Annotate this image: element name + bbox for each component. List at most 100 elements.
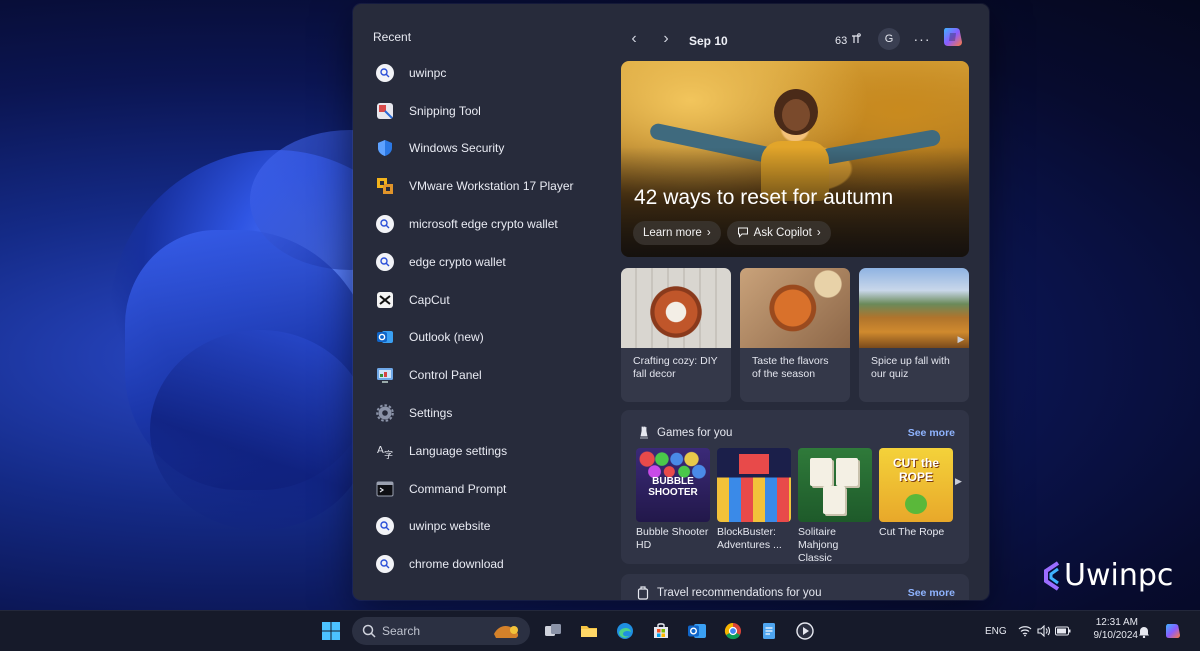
chevron-right-icon: › [663, 30, 669, 47]
settings-gear-icon [375, 403, 395, 423]
recent-item-label: edge crypto wallet [409, 254, 506, 269]
weather-temperature: 63 [835, 34, 848, 47]
taskbar-search-box[interactable]: Search [352, 617, 530, 645]
weather-button[interactable]: 63 [835, 33, 862, 48]
outlook-taskbar-button[interactable] [685, 619, 709, 643]
chat-bubble-icon [737, 226, 749, 241]
task-view-button[interactable] [541, 619, 565, 643]
recent-item-snipping-tool[interactable]: Snipping Tool [375, 92, 605, 130]
hero-actions: Learn more › Ask Copilot › [633, 221, 831, 245]
wreath-image [621, 268, 731, 348]
search-icon [375, 63, 395, 83]
recent-item-uwinpc-website[interactable]: uwinpc website [375, 508, 605, 546]
file-explorer-button[interactable] [577, 619, 601, 643]
recent-item-uwinpc[interactable]: uwinpc [375, 54, 605, 92]
ask-copilot-button[interactable]: Ask Copilot › [726, 221, 831, 245]
recent-item-outlook[interactable]: Outlook (new) [375, 319, 605, 357]
svg-text:A: A [377, 445, 384, 456]
recent-item-label: Command Prompt [409, 481, 507, 496]
chrome-button[interactable] [721, 619, 745, 643]
weather-icon [850, 33, 862, 48]
edge-browser-button[interactable] [613, 619, 637, 643]
recent-item-label: Outlook (new) [409, 330, 484, 345]
game-tile[interactable]: BlockBuster: Adventures ... [717, 448, 791, 552]
wifi-status[interactable] [1017, 619, 1033, 643]
story-card-text: Taste the flavors of the season [752, 355, 829, 380]
recent-item-vmware[interactable]: VMware Workstation 17 Player [375, 167, 605, 205]
more-options-button[interactable]: ··· [911, 28, 933, 50]
wallpaper-bloom [150, 330, 370, 530]
copilot-icon [944, 28, 962, 46]
recent-item-label: Windows Security [409, 141, 505, 156]
clock-time: 12:31 AM [1095, 617, 1138, 628]
learn-more-button[interactable]: Learn more › [633, 221, 721, 245]
recent-item-settings[interactable]: Settings [375, 394, 605, 432]
game-art-text: BUBBLE SHOOTER [648, 476, 698, 498]
travel-see-more-link[interactable]: See more [908, 587, 955, 599]
travel-section: Travel recommendations for you See more [621, 574, 969, 600]
chevron-right-icon: › [816, 227, 821, 239]
chevron-left-icon: ‹ [631, 30, 637, 47]
recent-item-control-panel[interactable]: Control Panel [375, 356, 605, 394]
clock-date: 9/10/2024 [1093, 630, 1139, 641]
input-language-indicator[interactable]: ENG [985, 626, 1007, 637]
recent-item-label: microsoft edge crypto wallet [409, 217, 558, 232]
game-name: Solitaire Mahjong Classic [798, 526, 839, 564]
hero-image-detail [782, 99, 810, 131]
recent-item-windows-security[interactable]: Windows Security [375, 130, 605, 168]
next-day-button[interactable]: › [655, 28, 677, 50]
hero-title: 42 ways to reset for autumn [634, 186, 894, 209]
recent-item-label: Settings [409, 406, 453, 421]
recent-item-language-settings[interactable]: A字 Language settings [375, 432, 605, 470]
hero-story-card[interactable]: 42 ways to reset for autumn Learn more ›… [621, 61, 969, 257]
recent-item-edge-wallet-search[interactable]: microsoft edge crypto wallet [375, 205, 605, 243]
feed-date: Sep 10 [689, 34, 728, 48]
media-player-icon [796, 622, 814, 640]
soup-image [740, 268, 850, 348]
taskbar: Search ENG 12:31 AM 9/10/2024 [0, 610, 1200, 651]
recent-item-edge-crypto-wallet[interactable]: edge crypto wallet [375, 243, 605, 281]
mahjong-tile [836, 458, 858, 486]
story-card[interactable]: Spice up fall with our quiz [859, 268, 969, 402]
games-see-more-link[interactable]: See more [908, 427, 955, 439]
copilot-icon [1166, 624, 1180, 638]
game-tile[interactable]: BUBBLE SHOOTER Bubble Shooter HD [636, 448, 710, 552]
copilot-taskbar-button[interactable] [1161, 619, 1185, 643]
folder-icon [581, 626, 597, 637]
search-icon [375, 252, 395, 272]
recent-item-command-prompt[interactable]: Command Prompt [375, 470, 605, 508]
clock[interactable]: 12:31 AM 9/10/2024 [1082, 617, 1139, 641]
notifications-button[interactable] [1136, 619, 1152, 643]
media-player-button[interactable] [793, 619, 817, 643]
microsoft-store-button[interactable] [649, 619, 673, 643]
store-icon [654, 623, 668, 638]
game-art: BUBBLE SHOOTER [636, 448, 710, 522]
windows-logo-icon [322, 622, 340, 640]
story-card-text: Spice up fall with our quiz [871, 355, 950, 380]
brand-text: Uwinpc [1064, 558, 1174, 593]
recent-item-capcut[interactable]: CapCut [375, 281, 605, 319]
recent-item-chrome-download[interactable]: chrome download [375, 545, 605, 583]
om-nom-character [905, 494, 927, 514]
previous-day-button[interactable]: ‹ [623, 28, 645, 50]
chess-piece-icon [637, 425, 651, 439]
cards-next-button[interactable]: ▶ [954, 327, 968, 351]
volume-status[interactable] [1036, 619, 1052, 643]
notepad-icon [763, 623, 775, 639]
battery-status[interactable] [1055, 619, 1071, 643]
command-prompt-icon [375, 479, 395, 499]
recent-item-label: Language settings [409, 443, 508, 458]
capcut-icon [375, 290, 395, 310]
game-tile[interactable]: CUT the ROPE Cut The Rope [879, 448, 953, 539]
copilot-button[interactable] [940, 24, 966, 50]
game-art-blocks [739, 454, 769, 474]
snipping-tool-icon [375, 101, 395, 121]
games-next-button[interactable]: ▶ [955, 476, 962, 487]
landscape-image [859, 268, 969, 348]
notepad-button[interactable] [757, 619, 781, 643]
start-button[interactable] [319, 619, 343, 643]
profile-avatar[interactable]: G [878, 28, 900, 50]
story-card[interactable]: Crafting cozy: DIY fall decor [621, 268, 731, 402]
game-tile[interactable]: Solitaire Mahjong Classic [798, 448, 872, 565]
story-card[interactable]: Taste the flavors of the season [740, 268, 850, 402]
